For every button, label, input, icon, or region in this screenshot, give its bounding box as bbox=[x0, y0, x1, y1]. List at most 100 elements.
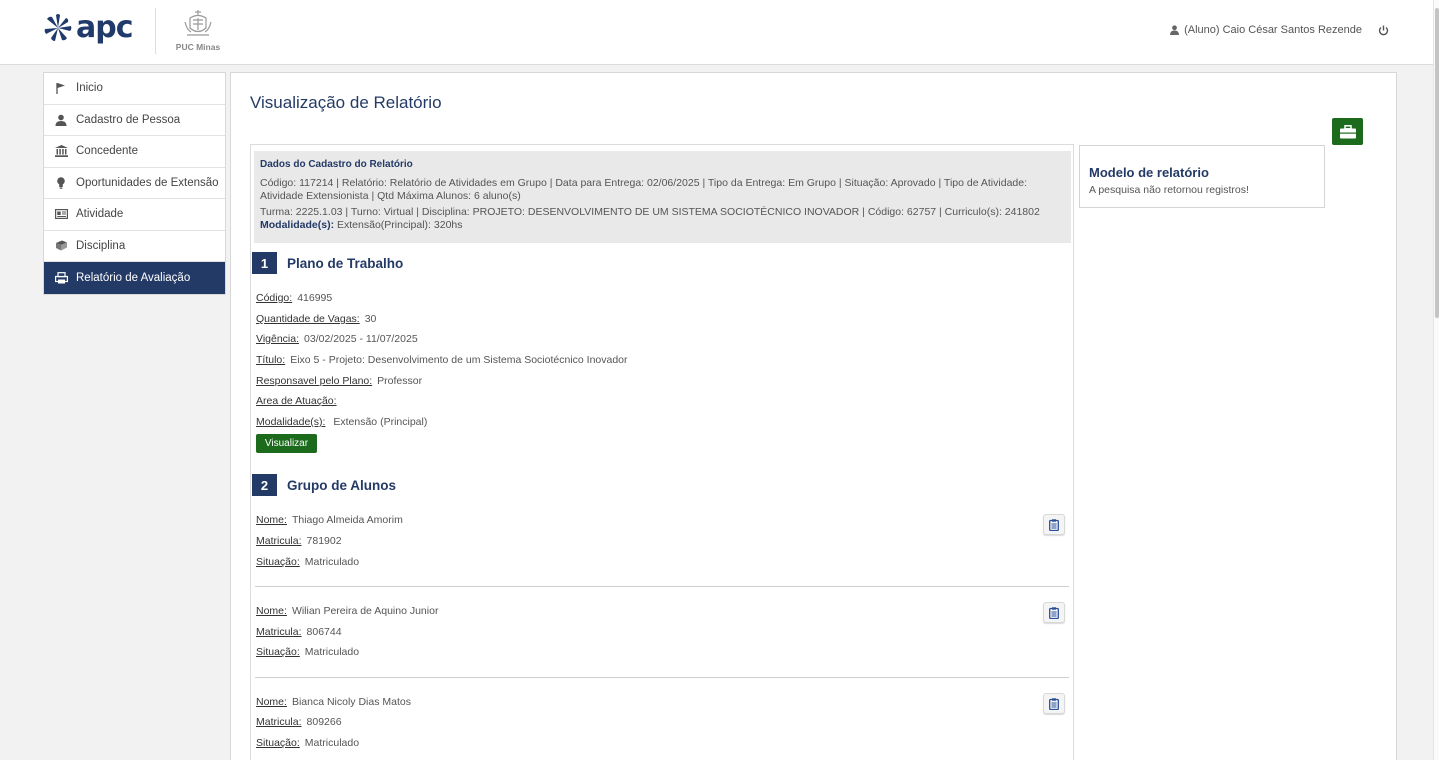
apc-logo[interactable]: apc bbox=[44, 12, 134, 44]
report-content: Dados do Cadastro do Relatório Código: 1… bbox=[250, 144, 1074, 760]
field-value: Eixo 5 - Projeto: Desenvolvimento de um … bbox=[290, 354, 628, 366]
briefcase-button[interactable] bbox=[1332, 118, 1363, 145]
sidebar-item-label: Atividade bbox=[76, 208, 124, 221]
info-modalidade-label: Modalidade(s): bbox=[260, 219, 335, 231]
page-scrollbar[interactable] bbox=[1433, 0, 1439, 760]
sidebar: Inicio Cadastro de Pessoa Concedente Opo… bbox=[43, 72, 226, 295]
field-label: Título: bbox=[256, 354, 286, 366]
field-label: Responsavel pelo Plano: bbox=[256, 375, 373, 387]
field-value: Matriculado bbox=[304, 646, 360, 658]
student-nome: Nome: Thiago Almeida Amorim bbox=[256, 514, 403, 526]
sidebar-item-label: Concedente bbox=[76, 145, 139, 158]
person-icon bbox=[54, 113, 68, 127]
student-matricula: Matricula: 806744 bbox=[256, 626, 342, 638]
clipboard-icon bbox=[1049, 697, 1059, 710]
sidebar-item-label: Inicio bbox=[76, 82, 103, 95]
logo-divider bbox=[155, 8, 156, 54]
field-label: Matricula: bbox=[256, 626, 302, 638]
field-label: Código: bbox=[256, 292, 293, 304]
modelo-relatorio-panel: Modelo de relatório A pesquisa não retor… bbox=[1079, 145, 1325, 208]
student-separator bbox=[255, 586, 1069, 587]
field-label: Matricula: bbox=[256, 716, 302, 728]
user-icon bbox=[1170, 25, 1180, 35]
sidebar-item-inicio[interactable]: Inicio bbox=[44, 73, 225, 105]
student-report-button[interactable] bbox=[1043, 602, 1065, 623]
student-report-button[interactable] bbox=[1043, 514, 1065, 535]
clipboard-icon bbox=[1049, 518, 1059, 531]
field-label: Modalidade(s): bbox=[256, 416, 326, 428]
clipboard-icon bbox=[1049, 606, 1059, 619]
section-title: Plano de Trabalho bbox=[287, 255, 404, 271]
sidebar-item-label: Cadastro de Pessoa bbox=[76, 113, 181, 126]
field-label: Situação: bbox=[256, 646, 300, 658]
info-line-1: Código: 117214 | Relatório: Relatório de… bbox=[260, 177, 1028, 202]
field-label: Nome: bbox=[256, 696, 287, 708]
plano-field-vigencia: Vigência: 03/02/2025 - 11/07/2025 bbox=[256, 333, 418, 345]
section-number: 1 bbox=[252, 252, 277, 274]
field-label: Situação: bbox=[256, 556, 300, 568]
sidebar-item-label: Disciplina bbox=[76, 239, 126, 252]
id-card-icon bbox=[54, 207, 68, 221]
sidebar-item-relatorio-avaliacao[interactable]: Relatório de Avaliação bbox=[44, 262, 225, 294]
field-value: Bianca Nicoly Dias Matos bbox=[291, 696, 411, 708]
student-matricula: Matricula: 809266 bbox=[256, 716, 342, 728]
page-title: Visualização de Relatório bbox=[250, 93, 442, 112]
field-label: Vigência: bbox=[256, 333, 300, 345]
field-value: Wilian Pereira de Aquino Junior bbox=[291, 605, 439, 617]
briefcase-icon bbox=[1339, 124, 1356, 138]
plano-field-vagas: Quantidade de Vagas: 30 bbox=[256, 313, 376, 325]
report-info-box: Dados do Cadastro do Relatório Código: 1… bbox=[254, 151, 1071, 243]
lightbulb-icon bbox=[54, 176, 68, 190]
book-icon bbox=[54, 239, 68, 253]
field-value: 806744 bbox=[306, 626, 342, 638]
plano-field-titulo: Título: Eixo 5 - Projeto: Desenvolvimento… bbox=[256, 354, 628, 366]
power-icon[interactable] bbox=[1378, 25, 1389, 36]
plano-field-modalidade: Modalidade(s): Extensão (Principal) bbox=[256, 416, 427, 428]
field-label: Nome: bbox=[256, 514, 287, 526]
institution-icon bbox=[54, 144, 68, 158]
info-modalidade-value: Extensão(Principal): 320hs bbox=[334, 219, 463, 231]
sidebar-item-cadastro-pessoa[interactable]: Cadastro de Pessoa bbox=[44, 105, 225, 136]
printer-icon bbox=[54, 271, 68, 285]
field-value: Thiago Almeida Amorim bbox=[291, 514, 403, 526]
sidebar-item-concedente[interactable]: Concedente bbox=[44, 136, 225, 168]
student-separator bbox=[255, 677, 1069, 678]
field-label: Situação: bbox=[256, 737, 300, 749]
sidebar-item-atividade[interactable]: Atividade bbox=[44, 199, 225, 231]
section-grupo-alunos: 2 Grupo de Alunos bbox=[252, 474, 396, 496]
plano-field-area-atuacao: Area de Atuação: bbox=[256, 395, 342, 407]
student-situacao: Situação: Matriculado bbox=[256, 646, 359, 658]
scrollbar-thumb[interactable] bbox=[1435, 8, 1439, 318]
top-header: apc PUC Minas (Aluno) Caio César Santos … bbox=[0, 0, 1439, 65]
student-situacao: Situação: Matriculado bbox=[256, 556, 359, 568]
section-plano-trabalho: 1 Plano de Trabalho bbox=[252, 252, 403, 274]
info-modalidade: Modalidade(s): Extensão(Principal): 320h… bbox=[260, 219, 1065, 232]
puc-minas-logo: PUC Minas bbox=[170, 8, 226, 52]
field-label: Nome: bbox=[256, 605, 287, 617]
plano-field-responsavel: Responsavel pelo Plano: Professor bbox=[256, 375, 422, 387]
sidebar-item-disciplina[interactable]: Disciplina bbox=[44, 231, 225, 262]
field-value: 809266 bbox=[306, 716, 342, 728]
plano-field-codigo: Código: 416995 bbox=[256, 292, 332, 304]
sidebar-item-oportunidades[interactable]: Oportunidades de Extensão bbox=[44, 168, 225, 199]
field-value: Matriculado bbox=[304, 737, 360, 749]
field-value: Matriculado bbox=[304, 556, 360, 568]
section-number: 2 bbox=[252, 474, 277, 496]
student-matricula: Matricula: 781902 bbox=[256, 535, 342, 547]
info-line-2: Turma: 2225.1.03 | Turno: Virtual | Disc… bbox=[260, 206, 1040, 218]
user-name[interactable]: (Aluno) Caio César Santos Rezende bbox=[1184, 24, 1362, 36]
user-area: (Aluno) Caio César Santos Rezende bbox=[1170, 24, 1389, 36]
visualizar-button[interactable]: Visualizar bbox=[256, 434, 317, 453]
sidebar-item-label: Relatório de Avaliação bbox=[76, 271, 191, 284]
student-report-button[interactable] bbox=[1043, 693, 1065, 714]
student-nome: Nome: Bianca Nicoly Dias Matos bbox=[256, 696, 411, 708]
field-value: 781902 bbox=[306, 535, 342, 547]
section-title: Grupo de Alunos bbox=[287, 477, 396, 493]
student-situacao: Situação: Matriculado bbox=[256, 737, 359, 749]
field-value: 03/02/2025 - 11/07/2025 bbox=[304, 333, 418, 345]
field-label: Quantidade de Vagas: bbox=[256, 313, 360, 325]
field-value: Professor bbox=[377, 375, 423, 387]
puc-crest-icon bbox=[184, 10, 212, 36]
field-label: Matricula: bbox=[256, 535, 302, 547]
modelo-title: Modelo de relatório bbox=[1089, 165, 1209, 180]
